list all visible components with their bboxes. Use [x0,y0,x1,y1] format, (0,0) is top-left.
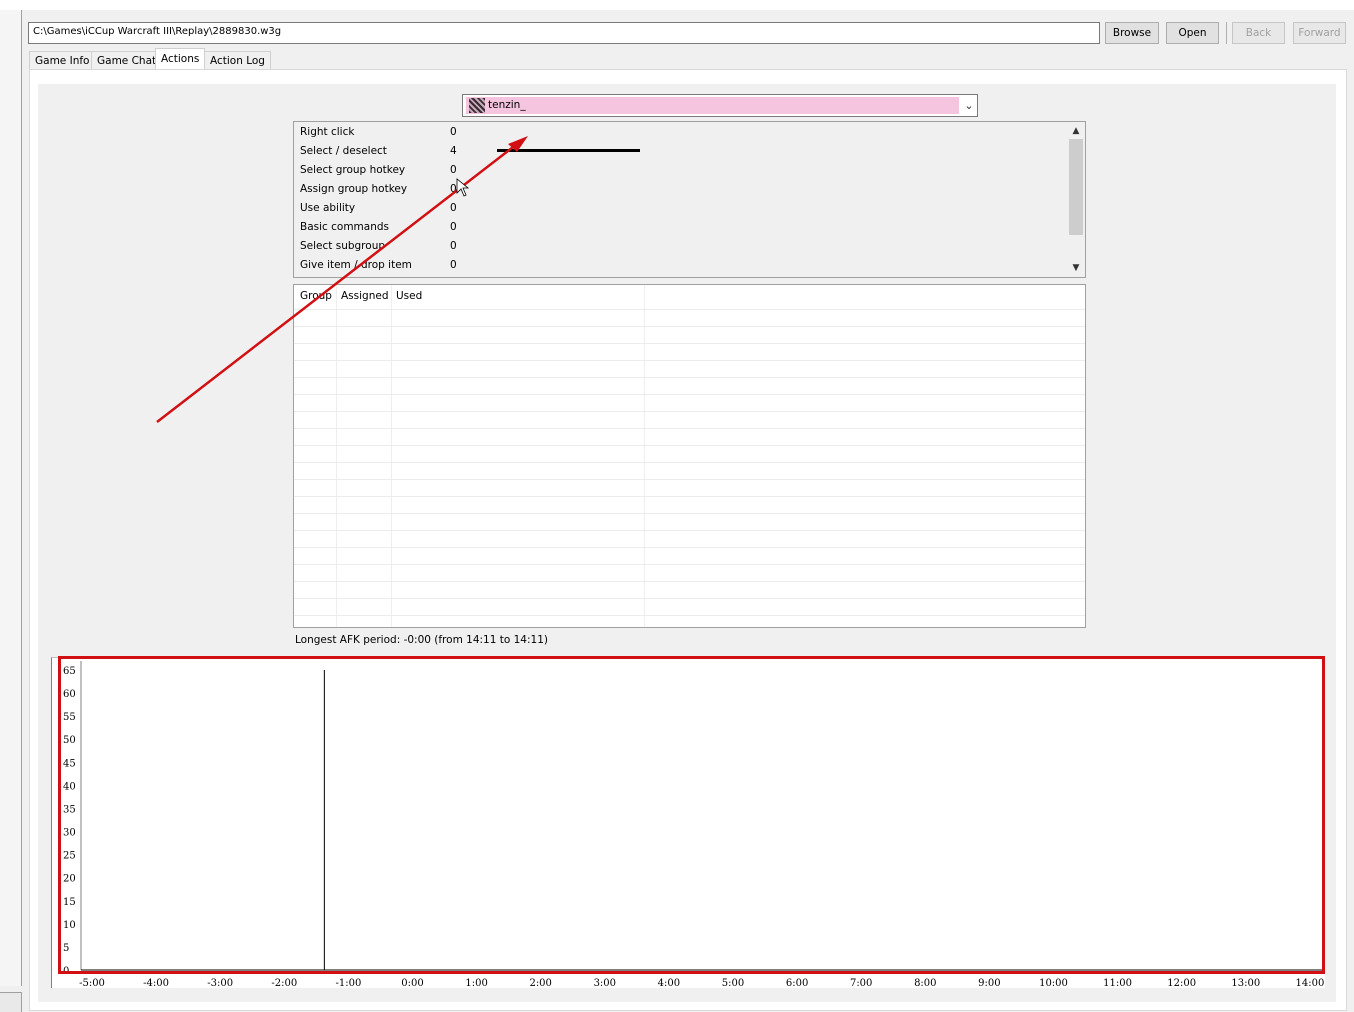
x-tick-label: 9:00 [978,978,1000,989]
scroll-down-icon[interactable]: ▼ [1068,261,1084,275]
action-count: 4 [450,145,457,157]
scroll-up-icon[interactable]: ▲ [1068,124,1084,138]
x-tick-label: 11:00 [1103,978,1132,989]
table-row [294,496,1085,497]
table-row [294,462,1085,463]
x-tick-label: 7:00 [850,978,872,989]
action-count: 0 [450,126,457,138]
x-tick-label: 12:00 [1167,978,1196,989]
x-tick-label: -3:00 [207,978,233,989]
table-row [294,564,1085,565]
x-tick-label: -5:00 [79,978,105,989]
x-tick-label: -2:00 [271,978,297,989]
left-panel-footer [0,992,22,1012]
chart-highlight-frame [58,656,1325,974]
action-label: Assign group hotkey [300,183,408,195]
action-count: 0 [450,183,457,195]
table-row [294,445,1085,446]
list-item: Give item / drop item 0 [300,256,1000,275]
list-item: Right click 0 [300,123,1000,142]
replay-path-input[interactable]: C:\Games\iCCup Warcraft III\Replay\28898… [28,22,1100,44]
toolbar-separator [1226,22,1227,44]
left-panel [0,10,22,986]
action-label: Right click [300,126,355,138]
chevron-down-icon[interactable]: ⌄ [962,97,976,114]
table-row [294,530,1085,531]
column-divider [644,285,645,627]
x-tick-label: 13:00 [1231,978,1260,989]
action-count: 0 [450,221,457,233]
table-row [294,547,1085,548]
x-tick-label: 1:00 [465,978,487,989]
x-tick-label: 14:00 [1295,978,1324,989]
table-row [294,598,1085,599]
x-tick-label: 0:00 [401,978,423,989]
action-label: Select / deselect [300,145,387,157]
table-row [294,394,1085,395]
x-tick-label: 8:00 [914,978,936,989]
player-name: tenzin_ [488,99,526,111]
table-row [294,479,1085,480]
action-label: Select subgroup [300,240,386,252]
action-label: Give item / drop item [300,259,412,271]
title-strip [0,0,1354,10]
table-row [294,309,1085,310]
player-select-value: tenzin_ [466,97,959,114]
tab-actions[interactable]: Actions [155,48,206,70]
list-item: Select / deselect 4 [300,142,1000,161]
x-tick-label: 3:00 [594,978,616,989]
action-count-bar [497,149,640,152]
tab-game-info[interactable]: Game Info [29,51,96,70]
list-item: Use ability 0 [300,199,1000,218]
table-row [294,615,1085,616]
x-tick-label: 4:00 [658,978,680,989]
back-button[interactable]: Back [1232,22,1285,44]
forward-button[interactable]: Forward [1293,22,1346,44]
table-row [294,377,1085,378]
column-header-used[interactable]: Used [396,290,422,302]
column-divider [336,285,337,627]
stats-scrollbar-thumb[interactable] [1069,139,1083,235]
table-row [294,360,1085,361]
action-count: 0 [450,259,457,271]
action-count: 0 [450,202,457,214]
x-tick-label: 6:00 [786,978,808,989]
x-tick-label: -4:00 [143,978,169,989]
action-count: 0 [450,240,457,252]
x-tick-label: -1:00 [335,978,361,989]
list-item: Select subgroup 0 [300,237,1000,256]
x-tick-label: 10:00 [1039,978,1068,989]
action-label: Select group hotkey [300,164,406,176]
action-label: Use ability [300,202,356,214]
action-stats-list: Right click 0 Select / deselect 4 Select… [293,121,1086,278]
table-row [294,513,1085,514]
column-header-group[interactable]: Group [300,290,332,302]
player-race-icon [469,98,485,113]
column-divider [391,285,392,627]
action-count: 0 [450,164,457,176]
table-row [294,411,1085,412]
group-hotkey-grid: Group Assigned Used [293,284,1086,628]
list-item: Basic commands 0 [300,218,1000,237]
browse-button[interactable]: Browse [1105,22,1159,44]
x-tick-label: 5:00 [722,978,744,989]
table-row [294,581,1085,582]
x-tick-label: 2:00 [529,978,551,989]
open-button[interactable]: Open [1166,22,1219,44]
list-item: Select group hotkey 0 [300,161,1000,180]
player-select[interactable]: tenzin_ ⌄ [462,94,978,117]
table-row [294,343,1085,344]
tab-action-log[interactable]: Action Log [204,51,271,70]
list-item: Assign group hotkey 0 [300,180,1000,199]
table-row [294,428,1085,429]
table-row [294,326,1085,327]
action-label: Basic commands [300,221,390,233]
afk-summary: Longest AFK period: -0:00 (from 14:11 to… [295,634,548,646]
tab-game-chat[interactable]: Game Chat [91,51,163,70]
column-header-assigned[interactable]: Assigned [341,290,389,302]
